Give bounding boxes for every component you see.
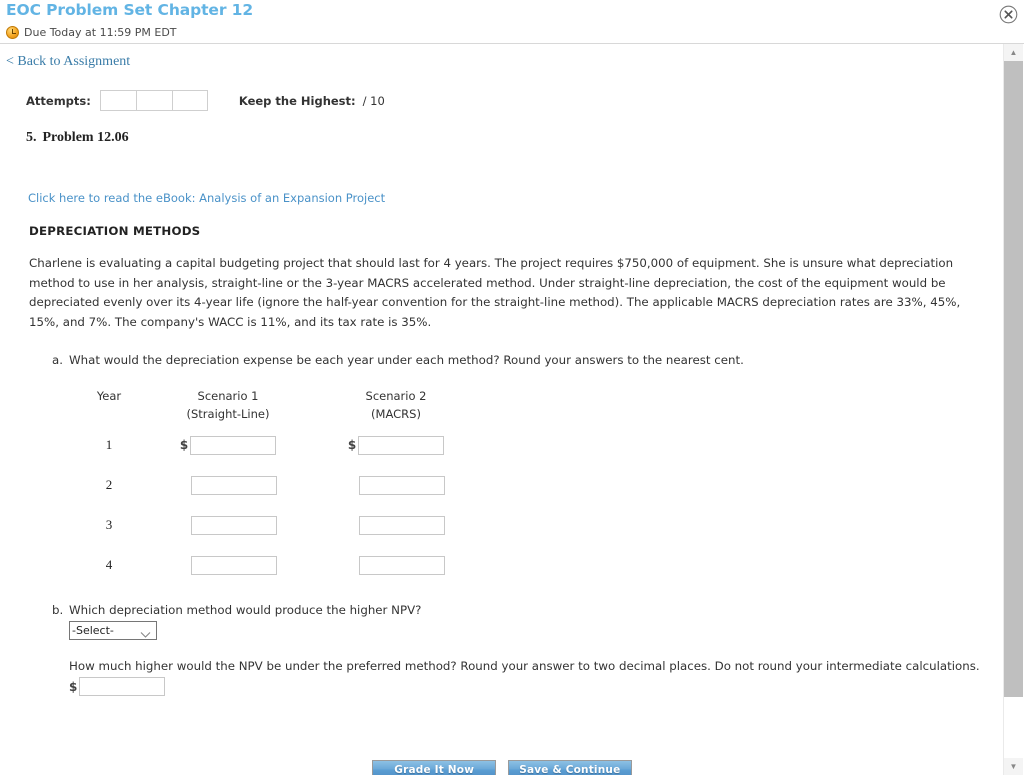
column-header-scenario-1: Scenario 1 (Straight-Line) bbox=[140, 389, 316, 425]
input-year-4-scenario-2[interactable] bbox=[358, 555, 445, 575]
input-year-3-scenario-1[interactable] bbox=[190, 515, 277, 535]
input-year-2-scenario-1[interactable] bbox=[190, 475, 277, 495]
method-select-value: -Select- bbox=[72, 624, 114, 637]
npv-difference-input[interactable] bbox=[79, 677, 166, 696]
attempt-box-2 bbox=[135, 90, 172, 111]
cell-year-3-scenario-2 bbox=[316, 505, 476, 545]
part-b: b. Which depreciation method would produ… bbox=[52, 603, 1004, 696]
table-row: 3 bbox=[78, 505, 476, 545]
problem-index: 5. bbox=[26, 130, 37, 145]
column-header-year-label: Year bbox=[96, 389, 122, 403]
scrollbar-down-arrow-icon[interactable]: ▼ bbox=[1004, 758, 1023, 775]
part-b-question: Which depreciation method would produce … bbox=[69, 603, 422, 617]
dollar-sign: $ bbox=[179, 438, 189, 452]
scrollbar-track[interactable] bbox=[1004, 61, 1023, 758]
problem-name: Problem 12.06 bbox=[42, 130, 129, 145]
dollar-sign: $ bbox=[347, 438, 357, 452]
problem-content: < Back to Assignment Attempts: Keep the … bbox=[0, 44, 1004, 775]
clock-icon bbox=[6, 25, 19, 39]
input-year-1-scenario-1[interactable] bbox=[190, 435, 277, 455]
attempt-boxes bbox=[99, 90, 208, 111]
table-row: 1 $ $ bbox=[78, 425, 476, 465]
cell-year-2-scenario-1 bbox=[140, 465, 316, 505]
column-header-year: Year bbox=[78, 389, 140, 425]
table-header-row: Year Scenario 1 (Straight-Line) Scenario… bbox=[78, 389, 476, 425]
scroll-down-glyph: ▼ bbox=[1009, 762, 1018, 771]
table-row: 4 bbox=[78, 545, 476, 585]
scroll-up-glyph: ▲ bbox=[1009, 48, 1018, 57]
chevron-down-icon bbox=[140, 627, 151, 644]
attempt-box-3 bbox=[171, 90, 208, 111]
scrollbar-up-arrow-icon[interactable]: ▲ bbox=[1004, 44, 1023, 61]
content-scroll-region: < Back to Assignment Attempts: Keep the … bbox=[0, 44, 1024, 775]
cell-year-1-scenario-1: $ bbox=[140, 425, 316, 465]
part-b-content: Which depreciation method would produce … bbox=[69, 603, 980, 696]
row-year-4: 4 bbox=[105, 557, 113, 572]
attempts-row: Attempts: Keep the Highest: / 10 bbox=[26, 90, 1004, 111]
action-button-area: Grade It Now Save & Continue Continue wi… bbox=[0, 760, 1004, 775]
npv-answer-row: $ bbox=[69, 677, 980, 696]
problem-body-text: Charlene is evaluating a capital budgeti… bbox=[29, 256, 961, 329]
column-header-scenario-1-sub: (Straight-Line) bbox=[186, 407, 270, 421]
part-a: a. What would the depreciation expense b… bbox=[52, 353, 1004, 367]
part-b-letter: b. bbox=[52, 603, 64, 617]
attempt-box-1 bbox=[99, 90, 136, 111]
depreciation-table: Year Scenario 1 (Straight-Line) Scenario… bbox=[78, 389, 476, 585]
method-select-dropdown[interactable]: -Select- bbox=[69, 621, 157, 640]
grade-it-now-button[interactable]: Grade It Now bbox=[372, 760, 497, 775]
scrollbar-thumb[interactable] bbox=[1004, 61, 1023, 697]
input-year-3-scenario-2[interactable] bbox=[358, 515, 445, 535]
input-year-1-scenario-2[interactable] bbox=[358, 435, 445, 455]
close-icon[interactable] bbox=[999, 5, 1018, 24]
input-year-4-scenario-1[interactable] bbox=[190, 555, 277, 575]
cell-year-3-scenario-1 bbox=[140, 505, 316, 545]
dollar-sign: $ bbox=[69, 679, 78, 694]
table-row: 2 bbox=[78, 465, 476, 505]
column-header-scenario-2-sub: (MACRS) bbox=[371, 407, 421, 421]
cell-year-4-scenario-1 bbox=[140, 545, 316, 585]
part-a-letter: a. bbox=[52, 353, 63, 367]
due-date-row: Due Today at 11:59 PM EDT bbox=[6, 25, 1024, 39]
section-heading: DEPRECIATION METHODS bbox=[29, 224, 201, 238]
problem-heading: 5. Problem 12.06 bbox=[26, 130, 1004, 146]
due-date-text: Due Today at 11:59 PM EDT bbox=[24, 25, 177, 39]
input-year-2-scenario-2[interactable] bbox=[358, 475, 445, 495]
part-b-followup-question: How much higher would the NPV be under t… bbox=[69, 659, 980, 673]
cell-year-2-scenario-2 bbox=[316, 465, 476, 505]
save-and-continue-button[interactable]: Save & Continue bbox=[507, 760, 632, 775]
back-to-assignment-link[interactable]: < Back to Assignment bbox=[6, 54, 130, 70]
ebook-link[interactable]: Click here to read the eBook: Analysis o… bbox=[28, 191, 385, 205]
cell-year-4-scenario-2 bbox=[316, 545, 476, 585]
page-title: EOC Problem Set Chapter 12 bbox=[6, 1, 254, 19]
column-header-scenario-2: Scenario 2 (MACRS) bbox=[316, 389, 476, 425]
part-a-question: What would the depreciation expense be e… bbox=[69, 353, 744, 367]
vertical-scrollbar[interactable]: ▲ ▼ bbox=[1003, 44, 1024, 775]
column-header-scenario-1-label: Scenario 1 bbox=[197, 389, 259, 403]
keep-the-highest-label: Keep the Highest: bbox=[238, 93, 356, 108]
assignment-header: EOC Problem Set Chapter 12 Due Today at … bbox=[0, 0, 1024, 44]
row-year-3: 3 bbox=[105, 517, 113, 532]
cell-year-1-scenario-2: $ bbox=[316, 425, 476, 465]
attempts-label: Attempts: bbox=[26, 93, 91, 108]
row-year-1: 1 bbox=[105, 437, 113, 452]
keep-the-highest-value: / 10 bbox=[362, 93, 385, 108]
row-year-2: 2 bbox=[105, 477, 113, 492]
column-header-scenario-2-label: Scenario 2 bbox=[365, 389, 427, 403]
